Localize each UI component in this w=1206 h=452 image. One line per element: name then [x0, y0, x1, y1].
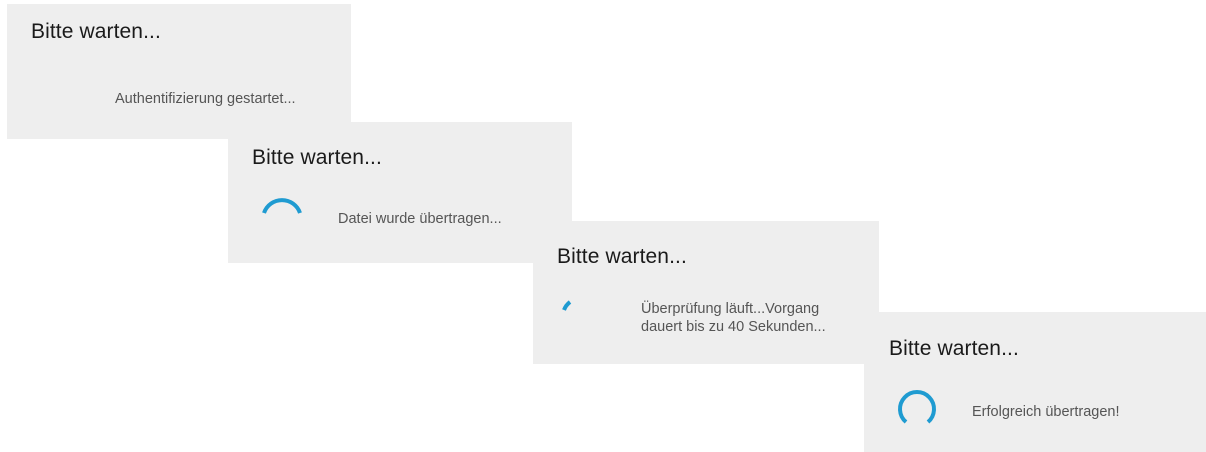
progress-dialog-authentication: Bitte warten... Authentifizierung gestar…: [7, 4, 351, 139]
dialog-title: Bitte warten...: [557, 245, 687, 268]
dialog-title: Bitte warten...: [889, 337, 1019, 360]
dialog-title: Bitte warten...: [252, 146, 382, 169]
dialog-title: Bitte warten...: [31, 20, 161, 43]
progress-dialog-success: Bitte warten... Erfolgreich übertragen!: [864, 312, 1206, 452]
dialog-message: Erfolgreich übertragen!: [972, 404, 1120, 420]
dialog-message: Authentifizierung gestartet...: [115, 91, 296, 107]
dialog-message-line: dauert bis zu 40 Sekunden...: [641, 319, 826, 335]
progress-spinner-icon: [256, 191, 308, 243]
progress-dialog-verification: Bitte warten... Überprüfung läuft...Vorg…: [533, 221, 879, 364]
dialog-message: Überprüfung läuft...Vorgang dauert bis z…: [641, 300, 826, 336]
dialog-message: Datei wurde übertragen...: [338, 211, 502, 227]
progress-dialog-file-transfer: Bitte warten... Datei wurde übertragen..…: [228, 122, 572, 263]
progress-spinner-icon: [891, 385, 943, 437]
progress-spinner-icon: [557, 293, 609, 345]
dialog-message-line: Überprüfung läuft...Vorgang: [641, 301, 820, 317]
